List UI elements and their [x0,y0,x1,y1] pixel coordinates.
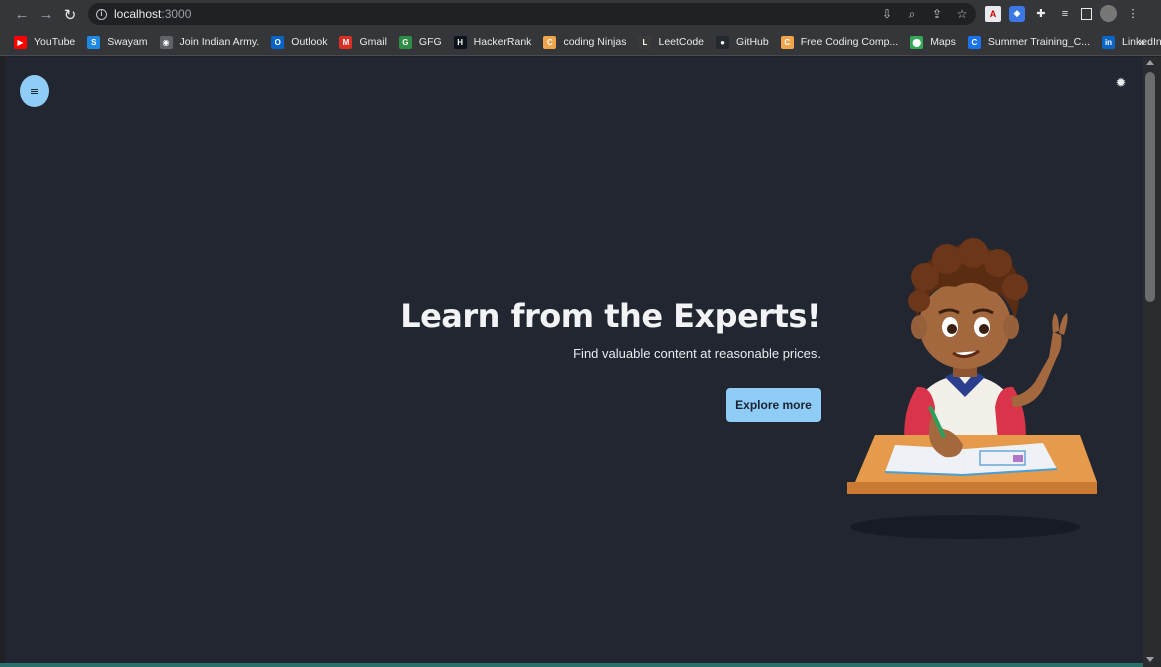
bookmark-swayam[interactable]: S Swayam [87,35,148,49]
page-content: ✹ Learn from the Experts! Find valuable … [5,57,1143,663]
scroll-down-arrow-icon[interactable] [1146,657,1154,662]
zoom-icon[interactable]: ⌕ [904,6,920,22]
bookmark-label: GFG [418,36,442,48]
hamburger-icon [31,88,38,94]
bookmark-linkedin[interactable]: in LinkedIn [1102,35,1161,49]
address-bar[interactable]: i localhost :3000 ⇩ ⌕ ⇪ ☆ [88,3,976,25]
reload-icon[interactable]: ↻ [58,3,82,27]
browser-toolbar: ← → ↻ i localhost :3000 ⇩ ⌕ ⇪ ☆ A ◆ ✚ ≡ … [0,0,1161,29]
youtube-icon: ▶ [14,35,27,49]
taskbar-edge [0,663,1143,667]
bookmark-label: coding Ninjas [563,36,627,48]
bookmark-label: Free Coding Comp... [800,36,899,48]
star-icon[interactable]: ☆ [954,6,970,22]
summer-training-icon: C [967,35,981,49]
explore-more-button[interactable]: Explore more [726,388,821,422]
bookmark-label: Swayam [107,36,148,48]
bookmark-label: Outlook [291,36,328,48]
bookmark-github[interactable]: ● GitHub [716,35,769,49]
gmail-icon: M [339,35,353,49]
hackerrank-icon: H [453,35,467,49]
profile-avatar[interactable] [1100,5,1117,22]
globe-icon: ◉ [159,35,173,49]
scroll-up-arrow-icon[interactable] [1146,60,1154,65]
url-port: :3000 [161,7,192,21]
bookmark-label: Maps [930,36,956,48]
bookmark-outlook[interactable]: O Outlook [271,35,328,49]
menu-button[interactable] [20,75,49,107]
bookmark-label: LeetCode [658,36,705,48]
bookmark-label: YouTube [34,36,76,48]
hero-subtitle: Find valuable content at reasonable pric… [573,346,821,361]
hero-title: Learn from the Experts! [400,297,821,335]
bookmark-coding-ninjas[interactable]: Ccoding Ninjas [543,35,627,49]
bookmark-label: GitHub [736,36,769,48]
student-illustration [847,238,1097,539]
leetcode-icon: L [638,35,652,49]
forward-arrow-icon[interactable]: → [34,3,58,27]
install-icon[interactable]: ⇩ [879,6,895,22]
bookmark-free-coding-comp[interactable]: C Free Coding Comp... [780,35,899,49]
bookmark-label: Join Indian Army. [179,36,260,48]
gfg-icon: G [398,35,412,49]
bookmarks-overflow-button[interactable]: » [1138,35,1145,49]
bookmark-label: Gmail [359,36,387,48]
share-icon[interactable]: ⇪ [929,6,945,22]
back-arrow-icon[interactable]: ← [10,3,34,27]
bookmark-maps[interactable]: ⬤ Maps [910,35,956,49]
coding-ninjas-icon: C [543,35,557,49]
bookmark-join-indian-army[interactable]: ◉ Join Indian Army. [159,35,260,49]
coding-comp-icon: C [780,35,794,49]
bookmark-leetcode[interactable]: L LeetCode [638,35,705,49]
extensions-puzzle-icon[interactable]: ✚ [1033,6,1049,22]
outlook-icon: O [271,35,285,49]
bookmark-summer-training-c[interactable]: C Summer Training_C... [967,35,1090,49]
bookmark-youtube[interactable]: ▶ YouTube [14,35,76,49]
bookmark-hackerrank[interactable]: H HackerRank [453,35,532,49]
swayam-icon: S [87,35,101,49]
settings-gear-icon[interactable]: ✹ [1115,76,1127,89]
side-panel-icon[interactable] [1081,7,1092,20]
github-icon: ● [716,35,730,49]
bookmark-gmail[interactable]: M Gmail [339,35,387,49]
info-icon[interactable]: i [96,8,107,20]
bookmarks-bar: ▶ YouTube S Swayam ◉ Join Indian Army. O Outloo… [0,29,1161,56]
bookmark-label: Summer Training_C... [987,36,1090,48]
maps-icon: ⬤ [910,35,924,49]
vertical-scrollbar[interactable] [1143,57,1161,667]
bookmark-gfg[interactable]: G GFG [398,35,442,49]
extension-shield-icon[interactable]: ◆ [1009,5,1025,22]
linkedin-icon: in [1102,35,1115,49]
extension-adblock-icon[interactable]: A [985,5,1001,22]
reading-list-icon[interactable]: ≡ [1057,6,1073,22]
bookmark-label: HackerRank [473,36,532,48]
url-host: localhost [114,7,162,21]
browser-menu-icon[interactable]: ⋮ [1125,6,1141,22]
scrollbar-thumb[interactable] [1145,72,1155,302]
